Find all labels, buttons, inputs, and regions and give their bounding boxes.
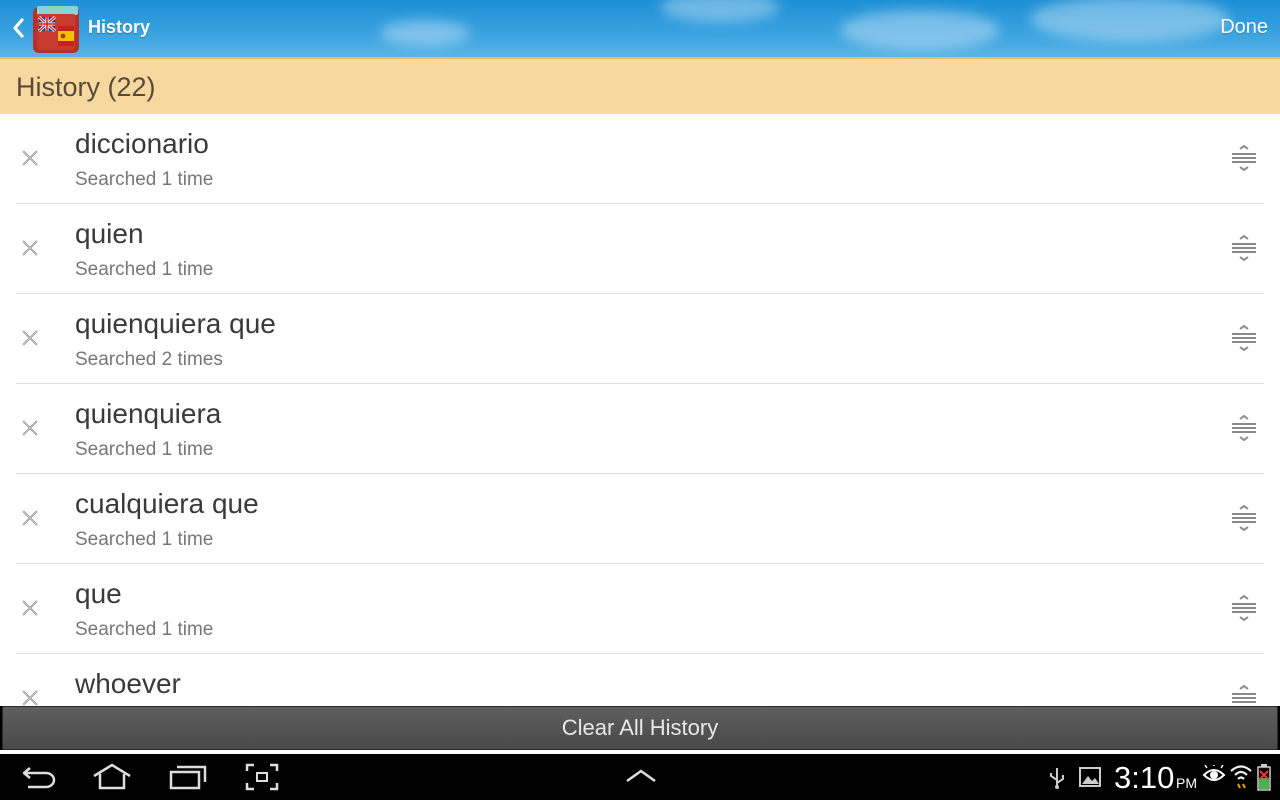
history-section-header: History (22)	[0, 57, 1280, 114]
sky-cloud	[380, 20, 470, 46]
list-item[interactable]: quienquiera Searched 1 time	[16, 384, 1264, 474]
list-item[interactable]: quien Searched 1 time	[16, 204, 1264, 294]
drag-handle-icon[interactable]	[1230, 504, 1258, 532]
back-chevron-icon[interactable]	[9, 14, 29, 42]
wifi-icon	[1230, 765, 1252, 789]
action-bar-title: History	[88, 17, 151, 37]
back-icon[interactable]	[20, 762, 58, 792]
search-count: Searched 2 times	[75, 349, 223, 370]
history-list[interactable]: diccionario Searched 1 time quien Search…	[0, 114, 1280, 706]
search-count: Searched 1 time	[75, 259, 214, 280]
screenshot-icon[interactable]	[245, 763, 279, 791]
action-bar: History Done	[0, 0, 1280, 57]
history-word: que	[75, 578, 122, 609]
list-item[interactable]: diccionario Searched 1 time	[16, 114, 1264, 204]
done-button[interactable]: Done	[1220, 16, 1268, 39]
battery-icon	[1257, 764, 1271, 791]
delete-x-icon[interactable]	[18, 686, 42, 706]
up-arrow-icon[interactable]	[624, 766, 658, 786]
delete-x-icon[interactable]	[18, 596, 42, 620]
history-word: diccionario	[75, 128, 209, 159]
drag-handle-icon[interactable]	[1230, 144, 1258, 172]
delete-x-icon[interactable]	[18, 326, 42, 350]
drag-handle-icon[interactable]	[1230, 234, 1258, 262]
usb-icon	[1050, 768, 1064, 789]
delete-x-icon[interactable]	[18, 146, 42, 170]
eye-icon	[1202, 765, 1226, 781]
drag-handle-icon[interactable]	[1230, 414, 1258, 442]
list-item[interactable]: quienquiera que Searched 2 times	[16, 294, 1264, 384]
search-count: Searched 1 time	[75, 169, 214, 190]
drag-handle-icon[interactable]	[1230, 324, 1258, 352]
delete-x-icon[interactable]	[18, 236, 42, 260]
gallery-icon	[1079, 767, 1101, 787]
list-item[interactable]: whoever	[16, 654, 1264, 706]
search-count: Searched 1 time	[75, 439, 214, 460]
history-word: quienquiera	[75, 398, 222, 429]
app-dictionary-icon	[33, 6, 79, 53]
delete-x-icon[interactable]	[18, 506, 42, 530]
system-navigation-bar: 3:10 PM	[0, 754, 1280, 800]
history-word: quienquiera que	[75, 308, 276, 339]
search-count: Searched 1 time	[75, 619, 214, 640]
history-word: whoever	[75, 668, 181, 699]
clear-all-history-button[interactable]: Clear All History	[2, 706, 1278, 750]
history-word: quien	[75, 218, 144, 249]
sky-cloud	[840, 10, 1000, 50]
list-item[interactable]: cualquiera que Searched 1 time	[16, 474, 1264, 564]
search-count: Searched 1 time	[75, 529, 214, 550]
clock-ampm: PM	[1176, 775, 1197, 791]
drag-handle-icon[interactable]	[1230, 684, 1258, 706]
drag-handle-icon[interactable]	[1230, 594, 1258, 622]
history-count-title: History (22)	[16, 72, 156, 102]
clock-time: 3:10	[1114, 760, 1175, 795]
home-icon[interactable]	[91, 762, 133, 792]
delete-x-icon[interactable]	[18, 416, 42, 440]
list-item[interactable]: que Searched 1 time	[16, 564, 1264, 654]
sky-cloud	[1030, 0, 1230, 42]
sky-cloud	[660, 0, 780, 22]
recent-apps-icon[interactable]	[168, 763, 208, 791]
history-word: cualquiera que	[75, 488, 259, 519]
